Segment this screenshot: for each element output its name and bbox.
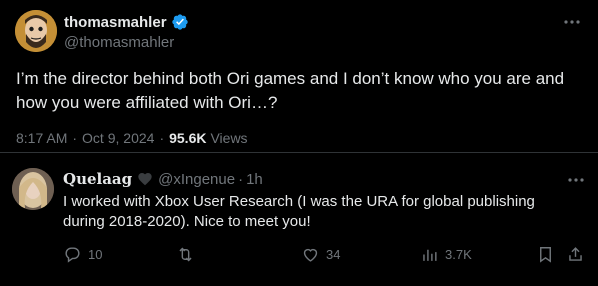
reply-time[interactable]: 1h bbox=[246, 171, 263, 188]
bookmark-icon bbox=[540, 247, 551, 263]
tweet-date[interactable]: Oct 9, 2024 bbox=[82, 130, 154, 146]
share-icon bbox=[569, 247, 582, 261]
views-action[interactable]: 3.7K bbox=[420, 245, 472, 264]
share-action[interactable] bbox=[566, 245, 591, 264]
reply-actions-bar: 10 34 3.7K bbox=[0, 245, 598, 269]
retweet-action[interactable] bbox=[176, 245, 201, 264]
reply-more-options-icon[interactable] bbox=[566, 170, 586, 190]
reply-tweet[interactable]: Quelaag @xIngenue · 1h I worked with Xbo… bbox=[0, 153, 598, 286]
views-count-reply: 3.7K bbox=[445, 247, 472, 262]
more-options-icon[interactable] bbox=[562, 12, 582, 32]
author-display-name[interactable]: thomasmahler bbox=[64, 14, 167, 31]
main-tweet: thomasmahler @thomasmahler I’m the direc… bbox=[0, 0, 598, 153]
meta-separator-2: · bbox=[159, 130, 165, 146]
reply-separator: · bbox=[238, 170, 244, 188]
reply-display-name[interactable]: Quelaag bbox=[63, 170, 132, 188]
meta-separator: · bbox=[72, 130, 78, 146]
like-icon bbox=[303, 248, 318, 262]
author-handle[interactable]: @thomasmahler bbox=[64, 34, 174, 51]
like-action[interactable]: 34 bbox=[301, 245, 340, 264]
tweet-text: I’m the director behind both Ori games a… bbox=[16, 69, 565, 112]
reply-avatar-photo bbox=[12, 168, 54, 210]
reply-icon bbox=[65, 247, 80, 263]
like-count: 34 bbox=[326, 247, 341, 262]
verified-badge-icon bbox=[171, 13, 189, 31]
reply-header: Quelaag @xIngenue · 1h bbox=[63, 170, 263, 188]
tweet-metadata: 8:17 AM · Oct 9, 2024 · 95.6K Views bbox=[16, 130, 248, 146]
reply-avatar[interactable] bbox=[12, 168, 54, 210]
avatar[interactable] bbox=[15, 10, 57, 52]
reply-action[interactable]: 10 bbox=[63, 245, 102, 264]
views-count: 95.6K bbox=[169, 130, 207, 146]
analytics-icon bbox=[423, 249, 437, 261]
author-name-row[interactable]: thomasmahler bbox=[64, 13, 189, 31]
heart-icon bbox=[137, 171, 153, 187]
reply-text: I worked with Xbox User Research (I was … bbox=[63, 193, 535, 230]
reply-handle[interactable]: @xIngenue bbox=[158, 171, 235, 188]
tweet-time[interactable]: 8:17 AM bbox=[16, 130, 67, 146]
bookmark-action[interactable] bbox=[536, 245, 561, 264]
avatar-illustration bbox=[15, 10, 57, 52]
reply-count: 10 bbox=[88, 247, 103, 262]
views-label: Views bbox=[210, 130, 248, 146]
retweet-icon bbox=[179, 247, 192, 262]
